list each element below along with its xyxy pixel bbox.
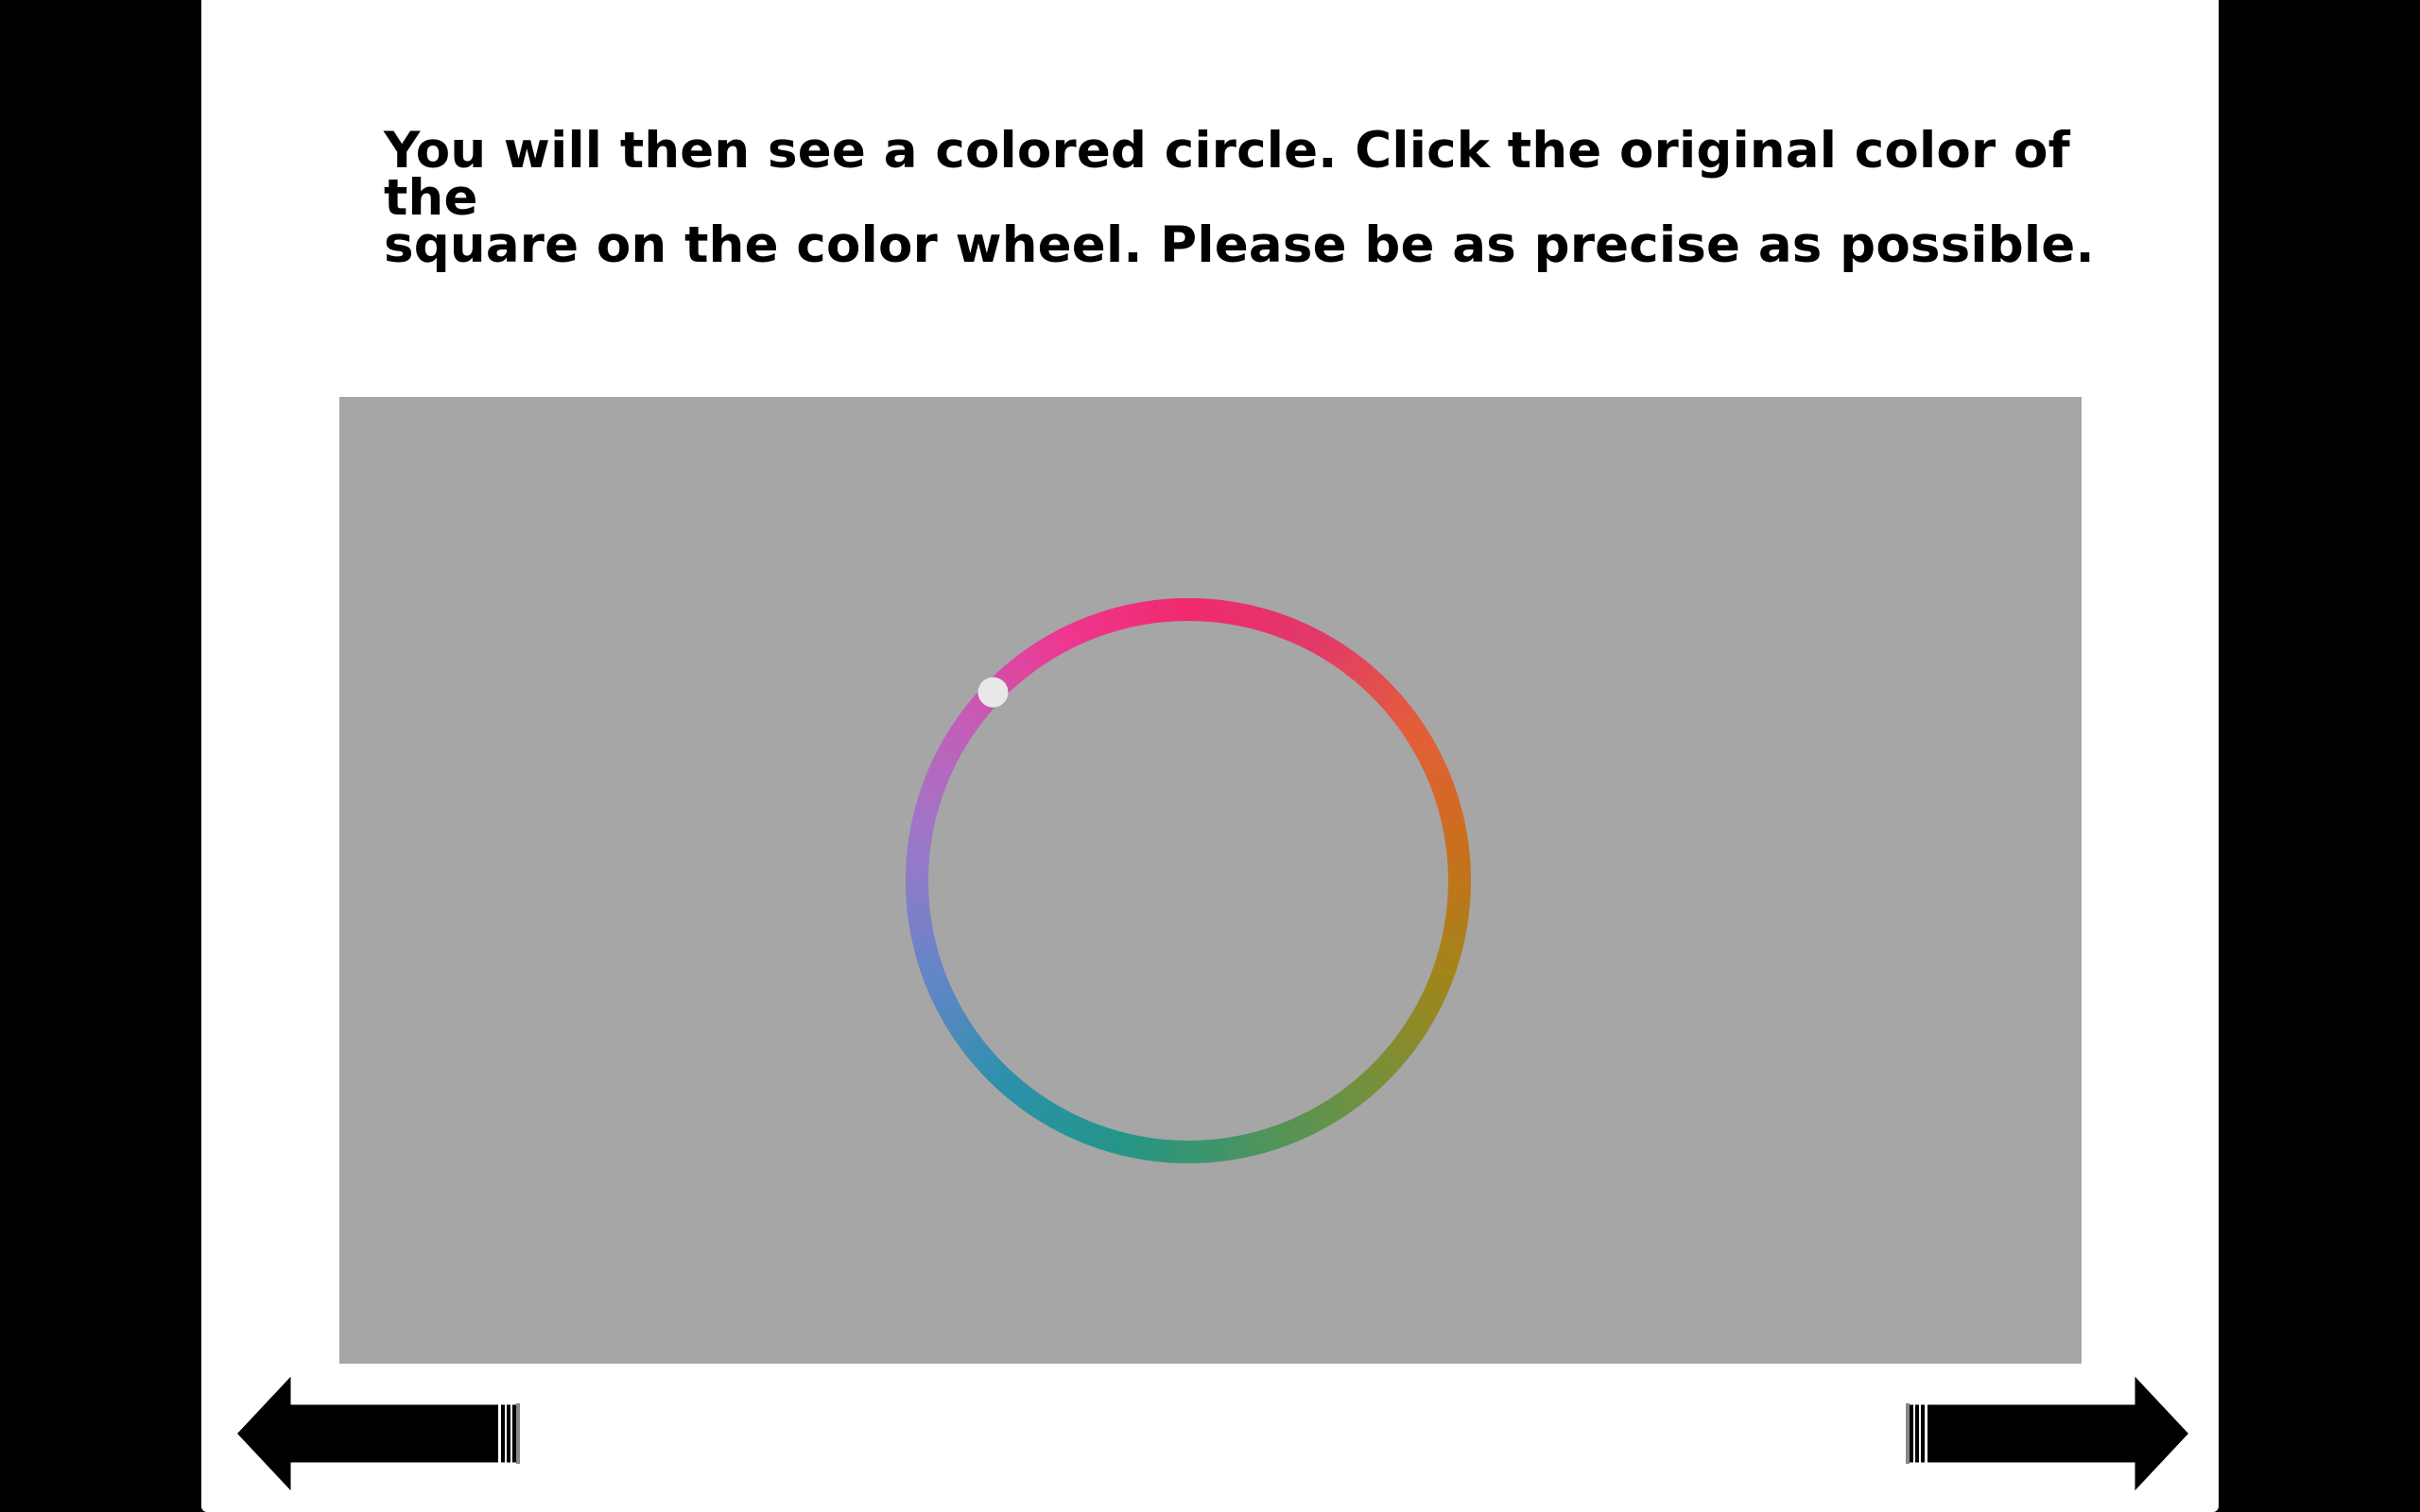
next-button[interactable] — [1893, 1366, 2196, 1503]
stimulus-display — [339, 397, 2082, 1364]
color-wheel[interactable] — [339, 397, 2082, 1364]
right-arrow-icon — [1906, 1369, 2193, 1498]
left-arrow-icon — [233, 1369, 520, 1498]
instruction-page: You will then see a colored circle. Clic… — [201, 0, 2219, 1512]
previous-button[interactable] — [230, 1366, 532, 1503]
color-wheel-marker — [977, 677, 1009, 708]
instruction-line-2: square on the color wheel. Please be as … — [384, 216, 2095, 274]
instruction-text: You will then see a colored circle. Clic… — [384, 126, 2161, 270]
instruction-line-1: You will then see a colored circle. Clic… — [384, 122, 2070, 227]
